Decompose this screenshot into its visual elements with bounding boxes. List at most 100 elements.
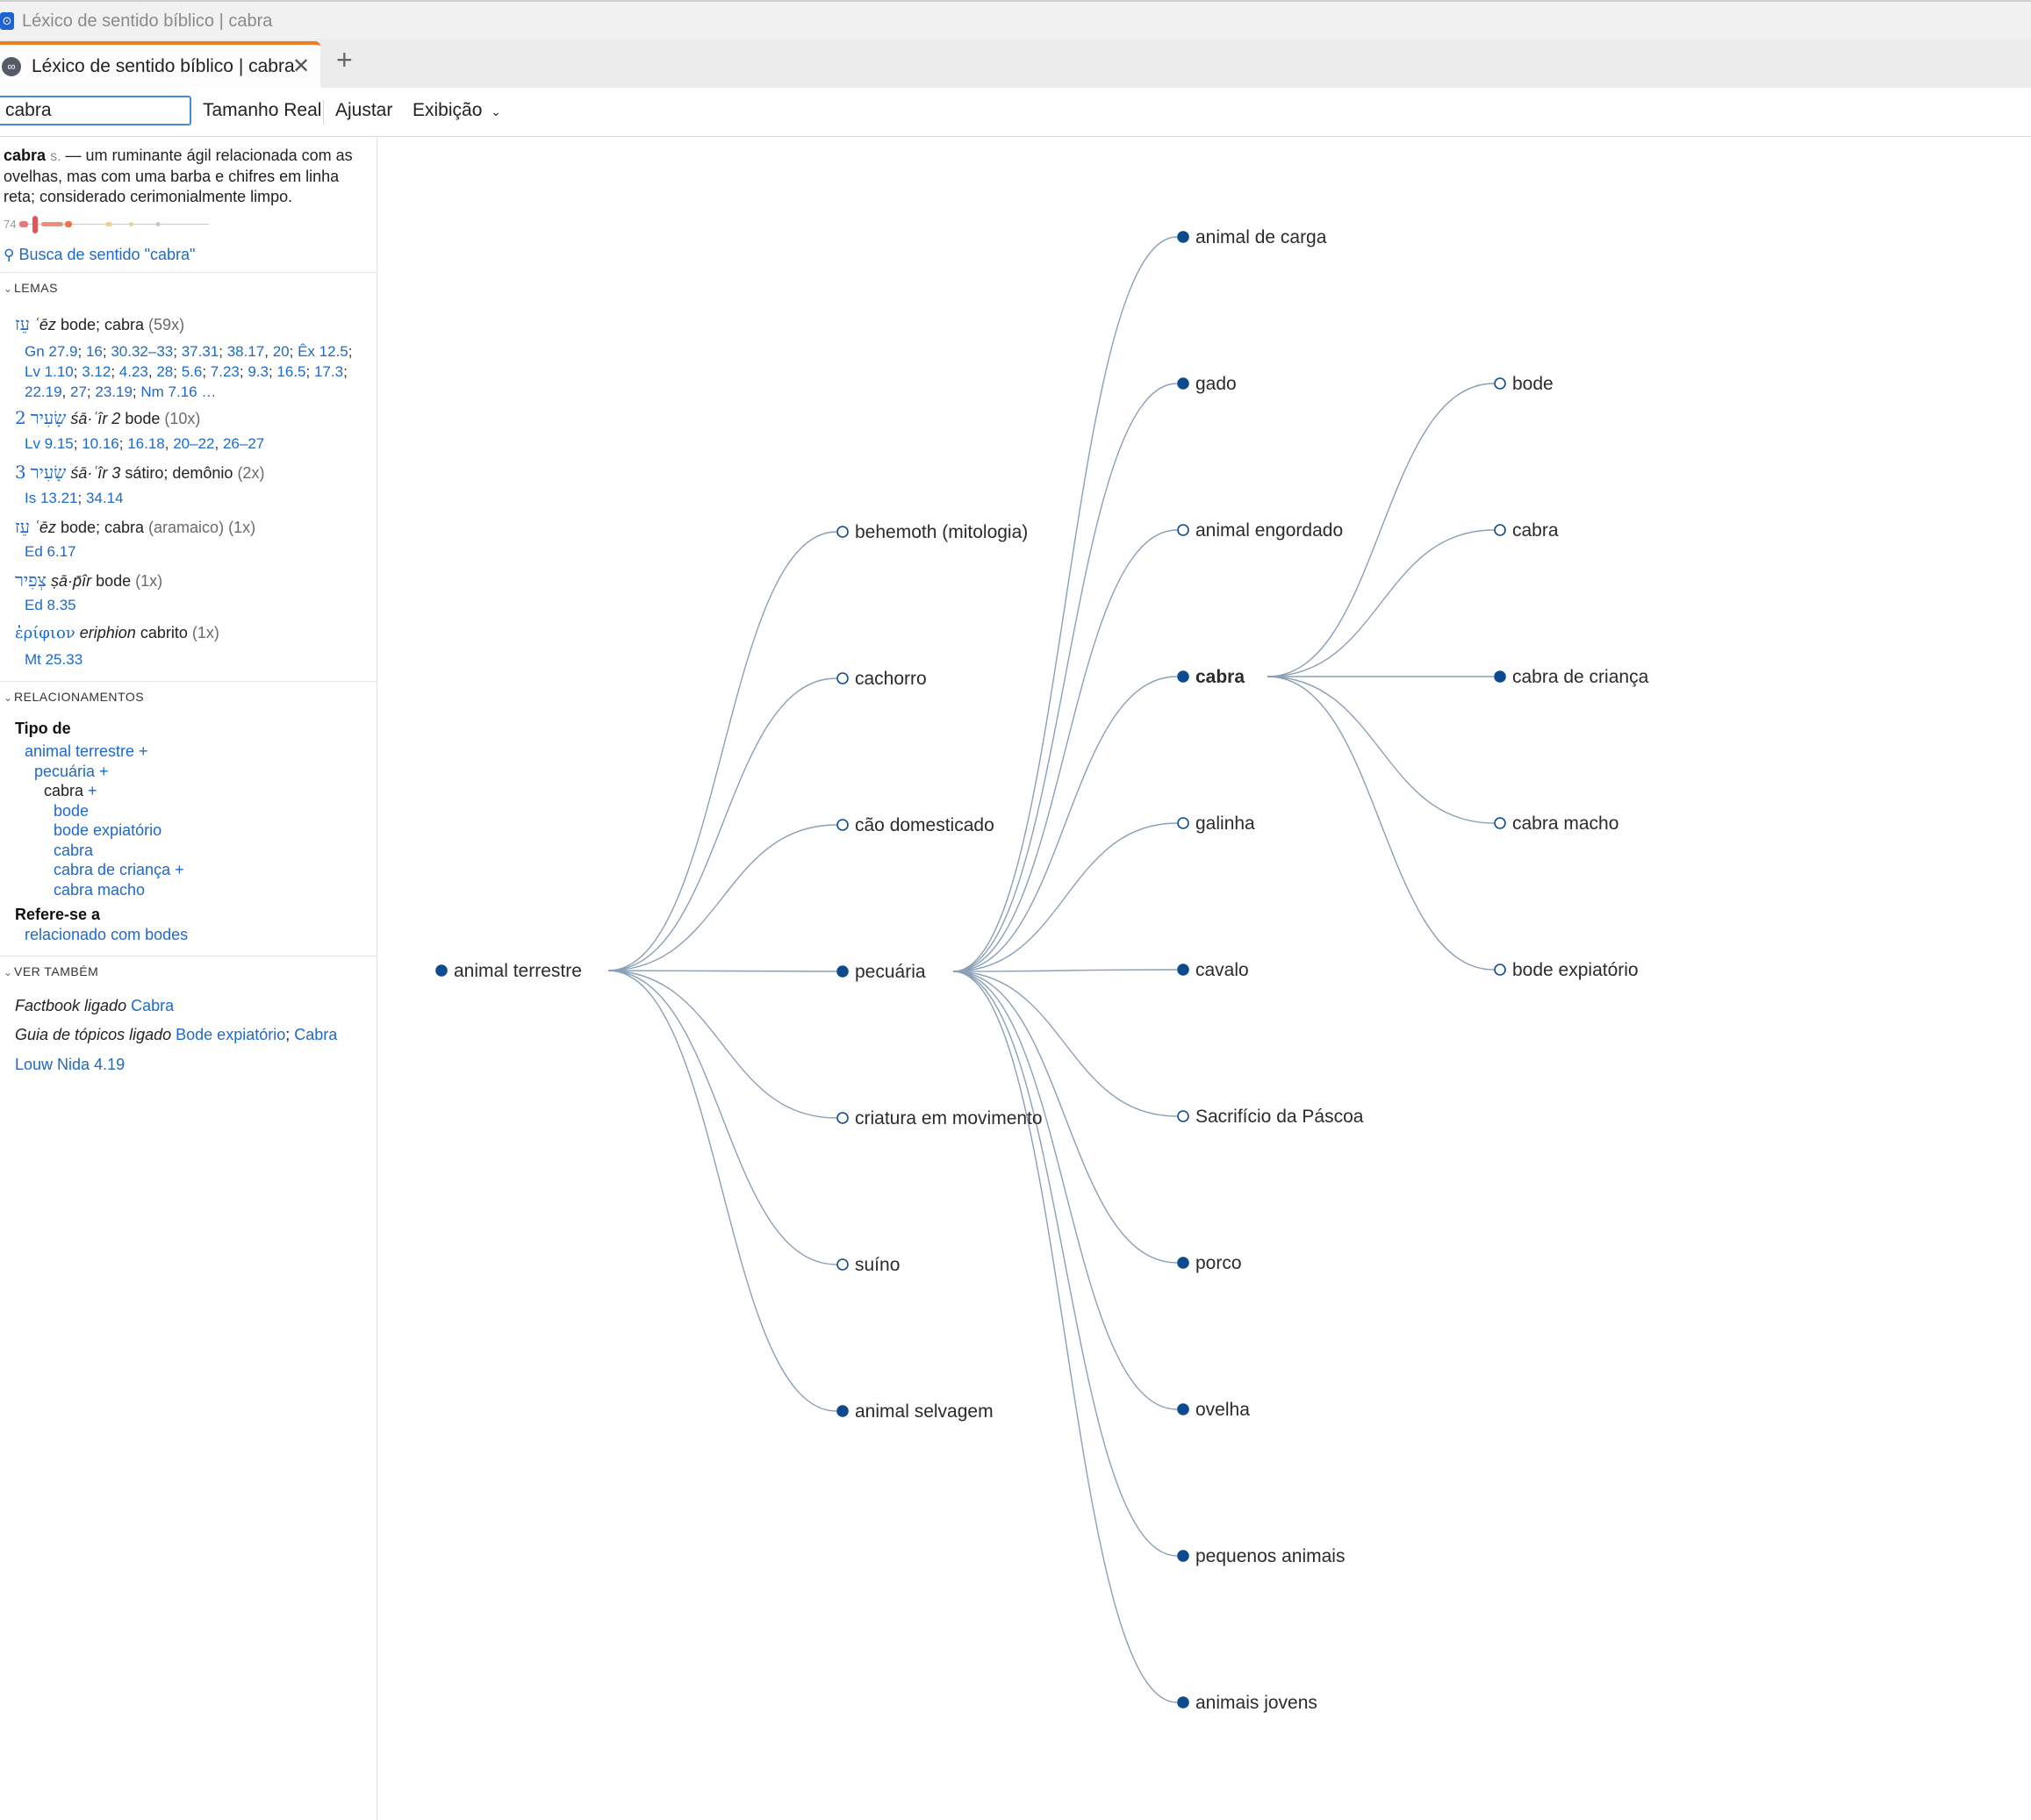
graph-node-cachorro[interactable]: cachorro	[836, 669, 927, 689]
ref-link[interactable]: 20–22	[173, 435, 214, 452]
sense-search-label: Busca de sentido "cabra"	[18, 246, 196, 263]
node-dot-empty	[1494, 524, 1506, 536]
graph-node-cabra[interactable]: cabra	[1177, 667, 1245, 687]
tree-item-pecuaria[interactable]: pecuária +	[34, 763, 109, 781]
graph-node-behemoth-mitologia[interactable]: behemoth (mitologia)	[836, 522, 1028, 542]
lemmas-header[interactable]: ⌄LEMAS	[4, 281, 58, 295]
factbook-link[interactable]: Cabra	[131, 997, 174, 1014]
graph-node-pecuaria[interactable]: pecuária	[836, 962, 926, 982]
lemma-count: (aramaico) (1x)	[148, 519, 256, 536]
graph-node-galinha[interactable]: galinha	[1177, 813, 1255, 834]
graph-node-pequenos-animais[interactable]: pequenos animais	[1177, 1546, 1345, 1566]
lemma-hebrew[interactable]: שָׂעִיר	[31, 407, 67, 428]
ref-link[interactable]: 16.5	[276, 363, 305, 380]
graph-node-bode-expiatorio[interactable]: bode expiatório	[1494, 960, 1639, 980]
ref-link[interactable]: 23.19	[95, 383, 133, 400]
ref-link[interactable]: Lv 1.10	[25, 363, 74, 380]
ref-link[interactable]: 16.18	[127, 435, 165, 452]
graph-node-label: cachorro	[855, 669, 927, 689]
ref-link[interactable]: 38.17	[227, 343, 265, 360]
ref-link[interactable]: 30.32–33	[111, 343, 173, 360]
graph-node-cao-domesticado[interactable]: cão domesticado	[836, 815, 994, 835]
tree-item-bode[interactable]: bode	[54, 802, 89, 820]
ref-link[interactable]: Is 13.21	[25, 490, 78, 506]
ref-link[interactable]: Ed 6.17	[25, 543, 76, 560]
lemma-refs: Mt 25.33	[25, 651, 83, 669]
graph-node-criatura-em-movimento[interactable]: criatura em movimento	[836, 1108, 1043, 1129]
topic-link-cabra[interactable]: Cabra	[294, 1026, 337, 1043]
add-tab-icon[interactable]: +	[336, 44, 353, 76]
ref-link[interactable]: 37.31	[182, 343, 219, 360]
actual-size-button[interactable]: Tamanho Real	[203, 100, 321, 121]
expand-icon[interactable]: +	[88, 782, 97, 799]
see-also-header[interactable]: ⌄VER TAMBÉM	[4, 964, 98, 978]
lemma-gloss: bode; cabra	[60, 316, 145, 333]
graph-node-animal-engordado[interactable]: animal engordado	[1177, 520, 1343, 541]
tree-item-cabra-child[interactable]: cabra	[54, 842, 93, 860]
lemma-hebrew[interactable]: עֵז	[15, 516, 30, 537]
graph-node-ovelha[interactable]: ovelha	[1177, 1400, 1250, 1420]
louw-nida-link[interactable]: Louw Nida 4.19	[15, 1056, 125, 1074]
app-icon: ⊙	[0, 12, 14, 30]
lemma-greek[interactable]: ἐρίφιον	[15, 624, 75, 642]
tree-item-animal-terrestre[interactable]: animal terrestre +	[25, 742, 148, 761]
frequency-mark	[32, 216, 38, 233]
graph-node-label: cabra	[1195, 667, 1245, 687]
graph-node-gado[interactable]: gado	[1177, 374, 1237, 394]
search-input[interactable]	[0, 96, 191, 125]
ref-link[interactable]: Ed 8.35	[25, 597, 76, 613]
graph-node-cabra[interactable]: cabra	[1494, 520, 1559, 541]
sense-search-link[interactable]: ⚲ Busca de sentido "cabra"	[4, 246, 195, 264]
logos-icon: ∞	[2, 57, 21, 76]
graph-node-sacrificio-da-pascoa[interactable]: Sacrifício da Páscoa	[1177, 1107, 1364, 1127]
ref-link[interactable]: 4.23	[119, 363, 148, 380]
section-divider	[0, 681, 377, 682]
graph-node-cabra-de-crianca[interactable]: cabra de criança	[1494, 667, 1649, 687]
ref-link[interactable]: Gn 27.9	[25, 343, 78, 360]
ref-link[interactable]: 9.3	[248, 363, 269, 380]
ref-link[interactable]: 26–27	[223, 435, 264, 452]
lemma-hebrew[interactable]: שָׂעִיר	[31, 462, 67, 483]
tree-item-bode-expiatorio[interactable]: bode expiatório	[54, 821, 161, 840]
ref-link[interactable]: 27	[70, 383, 87, 400]
tree-item-cabra-de-crianca[interactable]: cabra de criança +	[54, 861, 184, 879]
lemma-hebrew[interactable]: עֵז	[15, 313, 30, 334]
lemma-refs: Lv 9.15; 10.16; 16.18, 20–22, 26–27	[25, 435, 265, 452]
tab-lexicon[interactable]: ∞ Léxico de sentido bíblico | cabra ✕	[0, 41, 320, 91]
ref-link[interactable]: 3.12	[82, 363, 111, 380]
ref-link[interactable]: Nm 7.16 …	[140, 383, 216, 400]
fit-button[interactable]: Ajustar	[335, 100, 392, 121]
tree-item-cabra-macho[interactable]: cabra macho	[54, 881, 145, 899]
topic-link-bode-expiatorio[interactable]: Bode expiatório	[176, 1026, 285, 1043]
graph-node-bode[interactable]: bode	[1494, 374, 1554, 394]
ref-link[interactable]: Êx 12.5	[298, 343, 348, 360]
graph-node-animal-selvagem[interactable]: animal selvagem	[836, 1401, 994, 1422]
graph-node-animal-de-carga[interactable]: animal de carga	[1177, 227, 1327, 247]
ref-link[interactable]: Mt 25.33	[25, 651, 83, 668]
ref-link[interactable]: 17.3	[314, 363, 343, 380]
graph-node-suino[interactable]: suíno	[836, 1255, 900, 1275]
lemma-refs: Is 13.21; 34.14	[25, 490, 124, 506]
graph-node-porco[interactable]: porco	[1177, 1253, 1242, 1273]
lemma-hebrew[interactable]: צְפִיר	[15, 570, 47, 591]
lemma-item: עֵז ʿēz bode; cabra (aramaico) (1x)	[15, 516, 255, 538]
ref-link[interactable]: 22.19	[25, 383, 62, 400]
ref-link[interactable]: 20	[273, 343, 290, 360]
ref-link[interactable]: 7.23	[211, 363, 240, 380]
graph-node-animais-jovens[interactable]: animais jovens	[1177, 1693, 1317, 1713]
graph-node-label: Sacrifício da Páscoa	[1195, 1107, 1364, 1127]
graph-node-animal-terrestre[interactable]: animal terrestre	[435, 961, 582, 981]
ref-link[interactable]: 28	[156, 363, 173, 380]
relationships-header[interactable]: ⌄RELACIONAMENTOS	[4, 690, 144, 704]
view-menu-button[interactable]: Exibição ⌄	[413, 100, 501, 121]
node-dot-filled	[1177, 964, 1189, 976]
ref-link[interactable]: Lv 9.15	[25, 435, 74, 452]
close-icon[interactable]: ✕	[292, 54, 310, 79]
refers-to-link[interactable]: relacionado com bodes	[25, 926, 188, 944]
ref-link[interactable]: 10.16	[82, 435, 119, 452]
graph-node-cavalo[interactable]: cavalo	[1177, 960, 1249, 980]
graph-node-cabra-macho[interactable]: cabra macho	[1494, 813, 1618, 834]
ref-link[interactable]: 5.6	[182, 363, 203, 380]
ref-link[interactable]: 16	[86, 343, 103, 360]
ref-link[interactable]: 34.14	[86, 490, 124, 506]
